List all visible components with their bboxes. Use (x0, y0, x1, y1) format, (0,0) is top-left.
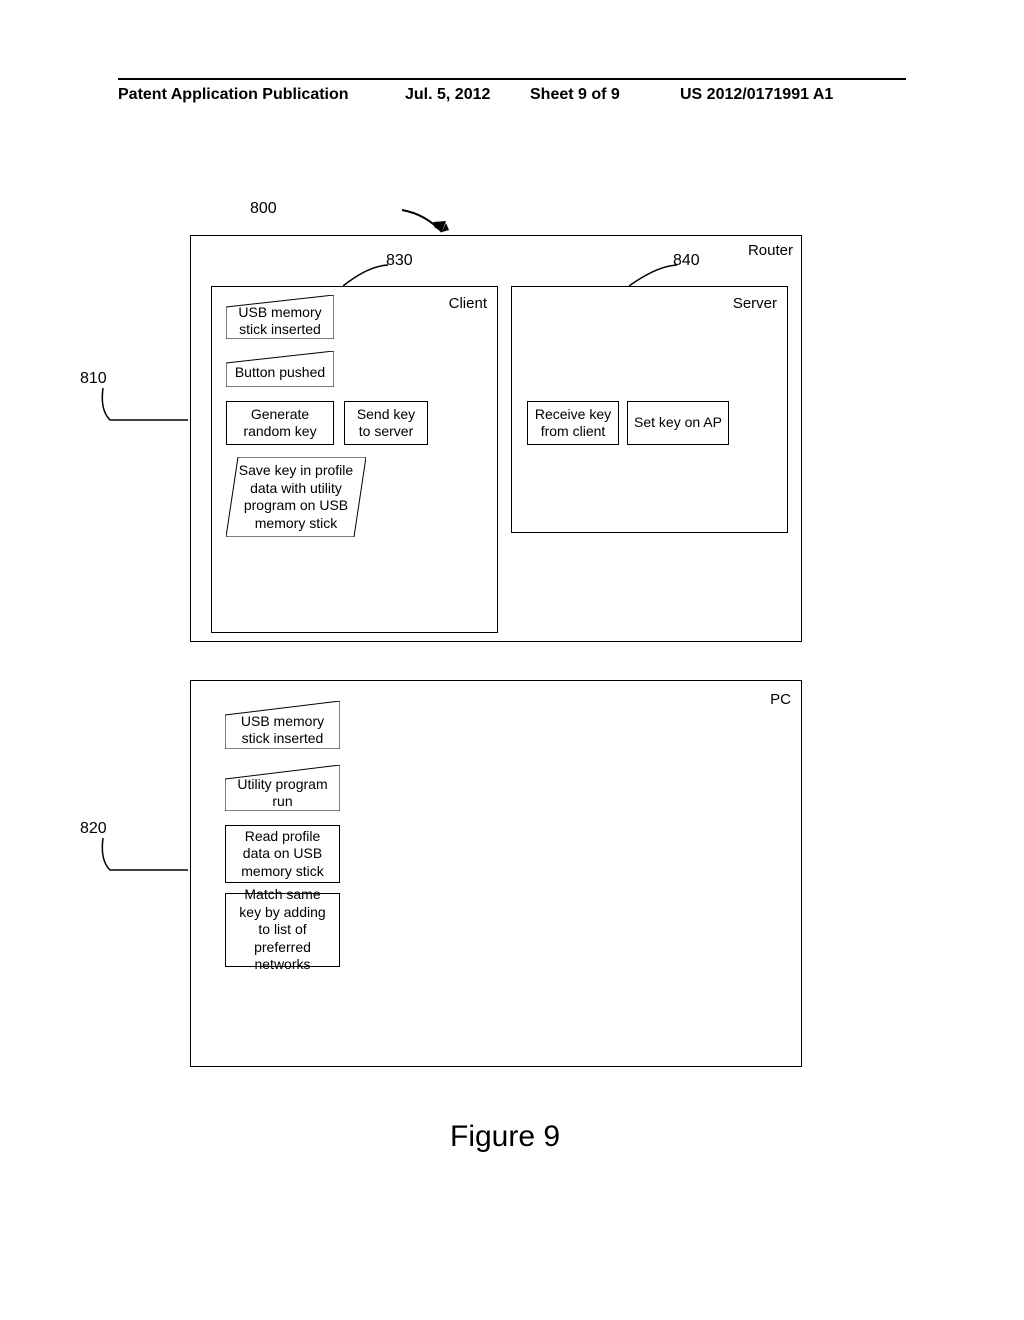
rect-read-profile: Read profile data on USB memory stick (225, 825, 340, 883)
ref-820: 820 (80, 820, 107, 838)
pc-container: PC USB memory stick inserted Utility pro… (190, 680, 802, 1067)
ref-810: 810 (80, 370, 107, 388)
ref-830: 830 (386, 252, 413, 270)
text-generate-key: Generate random key (227, 404, 333, 443)
text-utility-run: Utility program run (225, 776, 340, 811)
text-send-key: Send key to server (345, 404, 427, 443)
router-container: Router 830 840 Client USB memory stick i… (190, 235, 802, 642)
server-container: Server Receive key from client Set key o… (511, 286, 788, 533)
trap-save-key: Save key in profile data with utility pr… (226, 457, 366, 537)
text-button-pushed: Button pushed (229, 364, 331, 382)
text-usb-inserted-pc: USB memory stick inserted (225, 713, 340, 748)
rect-receive-key: Receive key from client (527, 401, 619, 445)
rect-send-key: Send key to server (344, 401, 428, 445)
trap-button-pushed: Button pushed (226, 351, 334, 387)
header-rule (118, 78, 906, 80)
ref-840: 840 (673, 252, 700, 270)
server-label: Server (733, 295, 777, 312)
trap-utility-run: Utility program run (225, 765, 340, 811)
text-receive-key: Receive key from client (528, 404, 618, 443)
figure-caption: Figure 9 (450, 1120, 560, 1154)
client-container: Client USB memory stick inserted Button … (211, 286, 498, 633)
trap-usb-inserted-pc: USB memory stick inserted (225, 701, 340, 749)
rect-set-key: Set key on AP (627, 401, 729, 445)
pc-label: PC (770, 691, 791, 708)
publication-date: Jul. 5, 2012 (405, 86, 490, 104)
client-label: Client (449, 295, 487, 312)
trap-usb-inserted-client: USB memory stick inserted (226, 295, 334, 339)
publication-type: Patent Application Publication (118, 86, 349, 104)
text-save-key: Save key in profile data with utility pr… (230, 462, 362, 532)
rect-generate-key: Generate random key (226, 401, 334, 445)
text-usb-inserted-client: USB memory stick inserted (226, 304, 334, 339)
rect-match-key: Match same key by adding to list of pref… (225, 893, 340, 967)
ref-800: 800 (250, 200, 277, 218)
sheet-number: Sheet 9 of 9 (530, 86, 620, 104)
text-set-key: Set key on AP (628, 412, 728, 434)
router-label: Router (748, 242, 793, 259)
text-match-key: Match same key by adding to list of pref… (226, 884, 339, 976)
leader-820-icon (98, 838, 188, 888)
publication-number: US 2012/0171991 A1 (680, 86, 833, 104)
leader-810-icon (98, 388, 188, 438)
text-read-profile: Read profile data on USB memory stick (226, 826, 339, 883)
